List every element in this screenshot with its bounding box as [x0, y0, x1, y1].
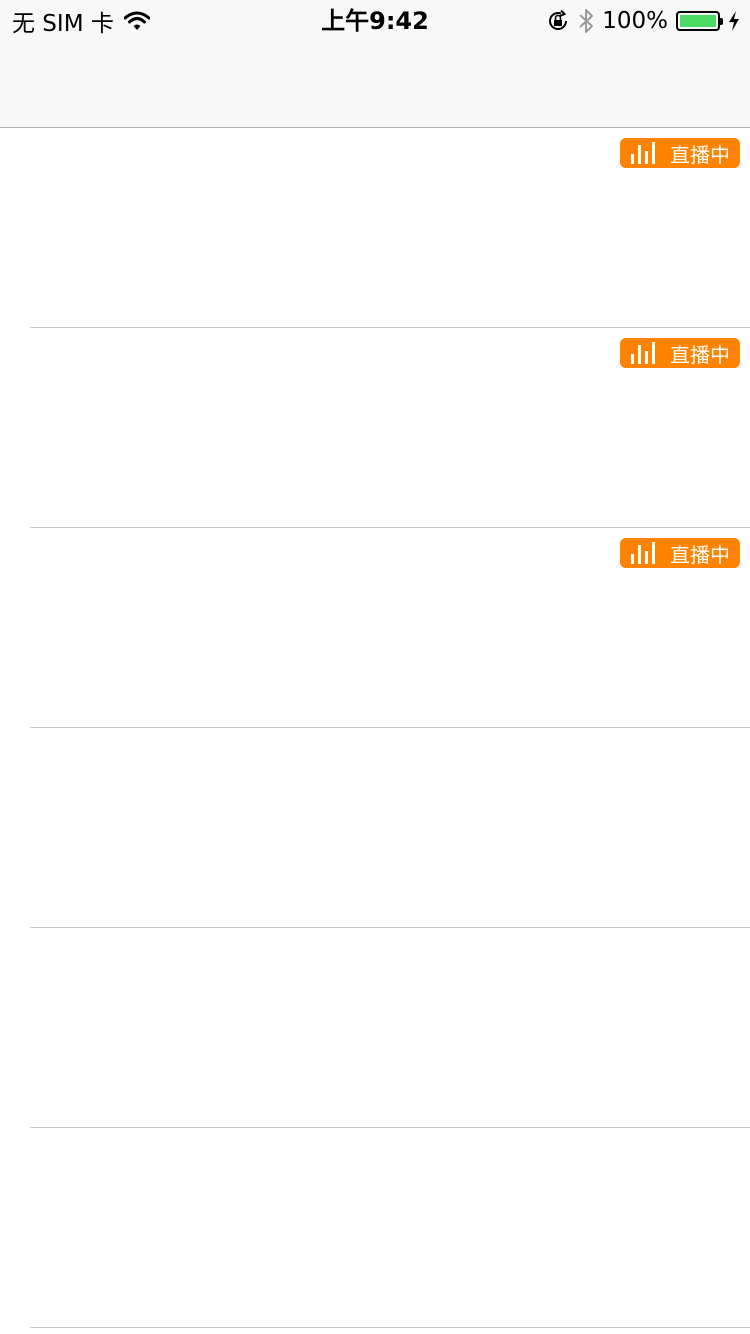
list-item[interactable]: [0, 928, 750, 1128]
list-item[interactable]: 直播中: [0, 128, 750, 328]
live-badge-label: 直播中: [670, 342, 730, 367]
live-badge: 直播中: [620, 338, 740, 368]
live-badge: 直播中: [620, 138, 740, 168]
battery-icon: [676, 11, 723, 31]
bluetooth-icon: [578, 7, 594, 35]
audio-bars-icon: [630, 341, 658, 365]
live-badge-label: 直播中: [670, 542, 730, 567]
list-view[interactable]: 直播中 直播中 直播中: [0, 128, 750, 1334]
navigation-bar: 无 SIM 卡 上午9:42 100%: [0, 0, 750, 128]
list-item[interactable]: 直播中: [0, 328, 750, 528]
list-item[interactable]: 直播中: [0, 528, 750, 728]
charging-bolt-icon: [728, 11, 740, 31]
status-bar: 无 SIM 卡 上午9:42 100%: [0, 0, 750, 40]
live-badge: 直播中: [620, 538, 740, 568]
audio-bars-icon: [630, 541, 658, 565]
battery-percent: 100%: [602, 8, 668, 34]
list-item[interactable]: [0, 1128, 750, 1328]
audio-bars-icon: [630, 141, 658, 165]
list-item[interactable]: [0, 728, 750, 928]
live-badge-label: 直播中: [670, 142, 730, 167]
orientation-lock-icon: [546, 9, 570, 33]
